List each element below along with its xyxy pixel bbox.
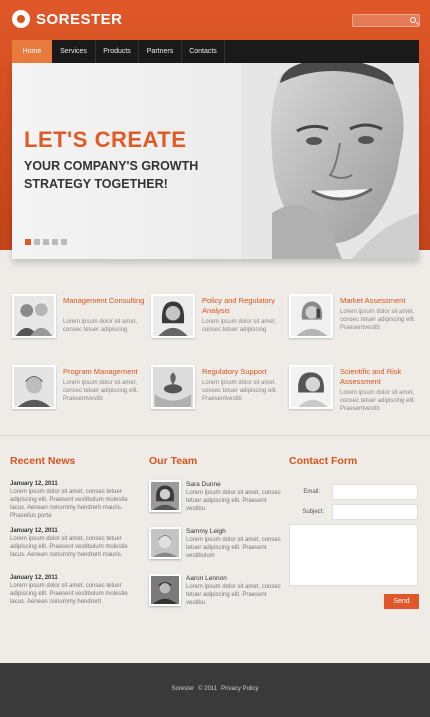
hero-title: LET'S CREATE bbox=[24, 127, 187, 152]
search-icon[interactable] bbox=[410, 17, 416, 23]
nav-products[interactable]: Products bbox=[96, 40, 139, 63]
service-text: Lorem ipsum dolor sit amet, consec tetue… bbox=[63, 319, 138, 333]
email-field[interactable] bbox=[333, 490, 417, 504]
team-member: Sammy Leigh Lorem ipsum dolor sit amet, … bbox=[149, 527, 282, 563]
section-divider bbox=[0, 435, 430, 436]
hero-subtitle-line-2: STRATEGY TOGETHER! bbox=[24, 177, 168, 191]
team-member: Aaron Lennon Lorem ipsum dolor sit amet,… bbox=[149, 574, 282, 610]
search-input[interactable] bbox=[353, 21, 409, 32]
hero-man-photo bbox=[242, 63, 419, 259]
nav-partners[interactable]: Partners bbox=[139, 40, 182, 63]
slider-dot-3[interactable] bbox=[43, 239, 49, 245]
footer-brand: Sorester bbox=[171, 686, 195, 692]
service-title[interactable]: Policy and Regulatory Analysis bbox=[202, 296, 286, 316]
slider-dot-1[interactable] bbox=[25, 239, 31, 245]
service-text: Lorem ipsum dolor sit amet, consec tetue… bbox=[202, 319, 277, 333]
slider-pagination bbox=[25, 239, 70, 245]
news-text: Lorem ipsum dolor sit amet, consec tetue… bbox=[10, 536, 128, 558]
smiling-woman-photo bbox=[289, 365, 333, 409]
slider-dot-4[interactable] bbox=[52, 239, 58, 245]
member-photo bbox=[149, 574, 181, 606]
hero-slider: LET'S CREATE YOUR COMPANY'S GROWTH STRAT… bbox=[12, 63, 419, 259]
news-item: January 12, 2011 Lorem ipsum dolor sit a… bbox=[10, 574, 138, 606]
member-name[interactable]: Sammy Leigh bbox=[186, 528, 226, 535]
news-date: January 12, 2011 bbox=[10, 575, 58, 581]
member-text: Lorem ipsum dolor sit amet, consec tetue… bbox=[186, 584, 281, 606]
message-field[interactable] bbox=[290, 525, 417, 585]
logo-text: SORESTER bbox=[36, 10, 123, 28]
member-name[interactable]: Aaron Lennon bbox=[186, 575, 227, 582]
man-photo bbox=[12, 365, 56, 409]
nav-services[interactable]: Services bbox=[52, 40, 96, 63]
service-management-consulting: Management Consulting Lorem ipsum dolor … bbox=[12, 294, 146, 354]
subject-field-box bbox=[332, 504, 418, 524]
email-label: Email: bbox=[303, 489, 320, 495]
member-photo bbox=[149, 527, 181, 559]
nav-contacts[interactable]: Contacts bbox=[182, 40, 225, 63]
subject-field[interactable] bbox=[333, 510, 417, 524]
news-item: January 12, 2011 Lorem ipsum dolor sit a… bbox=[10, 527, 138, 559]
member-name[interactable]: Sara Dunne bbox=[186, 481, 221, 488]
service-risk-assessment: Scientific and Risk Assessment Lorem ips… bbox=[289, 365, 423, 425]
service-title[interactable]: Scientific and Risk Assessment bbox=[340, 367, 424, 387]
service-regulatory-support: Regulatory Support Lorem ipsum dolor sit… bbox=[151, 365, 285, 425]
news-heading: Recent News bbox=[10, 455, 76, 467]
woman-photo bbox=[151, 294, 195, 338]
service-policy-analysis: Policy and Regulatory Analysis Lorem ips… bbox=[151, 294, 285, 354]
service-title[interactable]: Market Assessment bbox=[340, 296, 424, 306]
two-people-photo bbox=[12, 294, 56, 338]
service-title[interactable]: Management Consulting bbox=[63, 296, 147, 306]
hero-subtitle-line-1: YOUR COMPANY'S GROWTH bbox=[24, 159, 199, 173]
slider-dot-5[interactable] bbox=[61, 239, 67, 245]
slider-dot-2[interactable] bbox=[34, 239, 40, 245]
logo[interactable]: SORESTER bbox=[12, 10, 123, 28]
main-nav: Home Services Products Partners Contacts bbox=[12, 40, 419, 63]
woman-on-phone-photo bbox=[289, 294, 333, 338]
service-program-management: Program Management Lorem ipsum dolor sit… bbox=[12, 365, 146, 425]
privacy-policy-link[interactable]: Privacy Policy bbox=[221, 686, 258, 692]
news-item: January 12, 2011 Lorem ipsum dolor sit a… bbox=[10, 480, 138, 520]
email-field-box bbox=[332, 484, 418, 504]
member-text: Lorem ipsum dolor sit amet, consec tetue… bbox=[186, 537, 281, 559]
news-text: Lorem ipsum dolor sit amet, consec tetue… bbox=[10, 583, 128, 605]
subject-label: Subject: bbox=[302, 509, 324, 515]
nav-home[interactable]: Home bbox=[12, 40, 52, 63]
hands-with-plant-photo bbox=[151, 365, 195, 409]
service-text: Lorem ipsum dolor sit amet, consec tetue… bbox=[63, 380, 139, 402]
footer-text: Sorester © 2011 Privacy Policy bbox=[0, 686, 430, 692]
hero-subtitle: YOUR COMPANY'S GROWTH STRATEGY TOGETHER! bbox=[24, 157, 214, 193]
team-member: Sara Dunne Lorem ipsum dolor sit amet, c… bbox=[149, 480, 282, 516]
footer-copyright: © 2011 bbox=[198, 686, 218, 692]
news-date: January 12, 2011 bbox=[10, 528, 58, 534]
send-button[interactable]: Send bbox=[384, 594, 419, 609]
logo-ring-icon bbox=[12, 10, 30, 28]
search-box bbox=[352, 14, 420, 32]
footer: Sorester © 2011 Privacy Policy bbox=[0, 663, 430, 717]
team-heading: Our Team bbox=[149, 455, 198, 467]
service-text: Lorem ipsum dolor sit amet, consec tetue… bbox=[340, 390, 416, 412]
service-title[interactable]: Program Management bbox=[63, 367, 147, 377]
member-text: Lorem ipsum dolor sit amet, consec tetue… bbox=[186, 490, 281, 512]
service-text: Lorem ipsum dolor sit amet, consec tetue… bbox=[202, 380, 278, 402]
member-photo bbox=[149, 480, 181, 512]
news-text: Lorem ipsum dolor sit amet, consec tetue… bbox=[10, 489, 128, 519]
service-text: Lorem ipsum dolor sit amet, consec tetue… bbox=[340, 309, 416, 331]
service-market-assessment: Market Assessment Lorem ipsum dolor sit … bbox=[289, 294, 423, 354]
message-field-box bbox=[289, 524, 418, 586]
contact-heading: Contact Form bbox=[289, 455, 358, 467]
news-date: January 12, 2011 bbox=[10, 481, 58, 487]
service-title[interactable]: Regulatory Support bbox=[202, 367, 286, 377]
